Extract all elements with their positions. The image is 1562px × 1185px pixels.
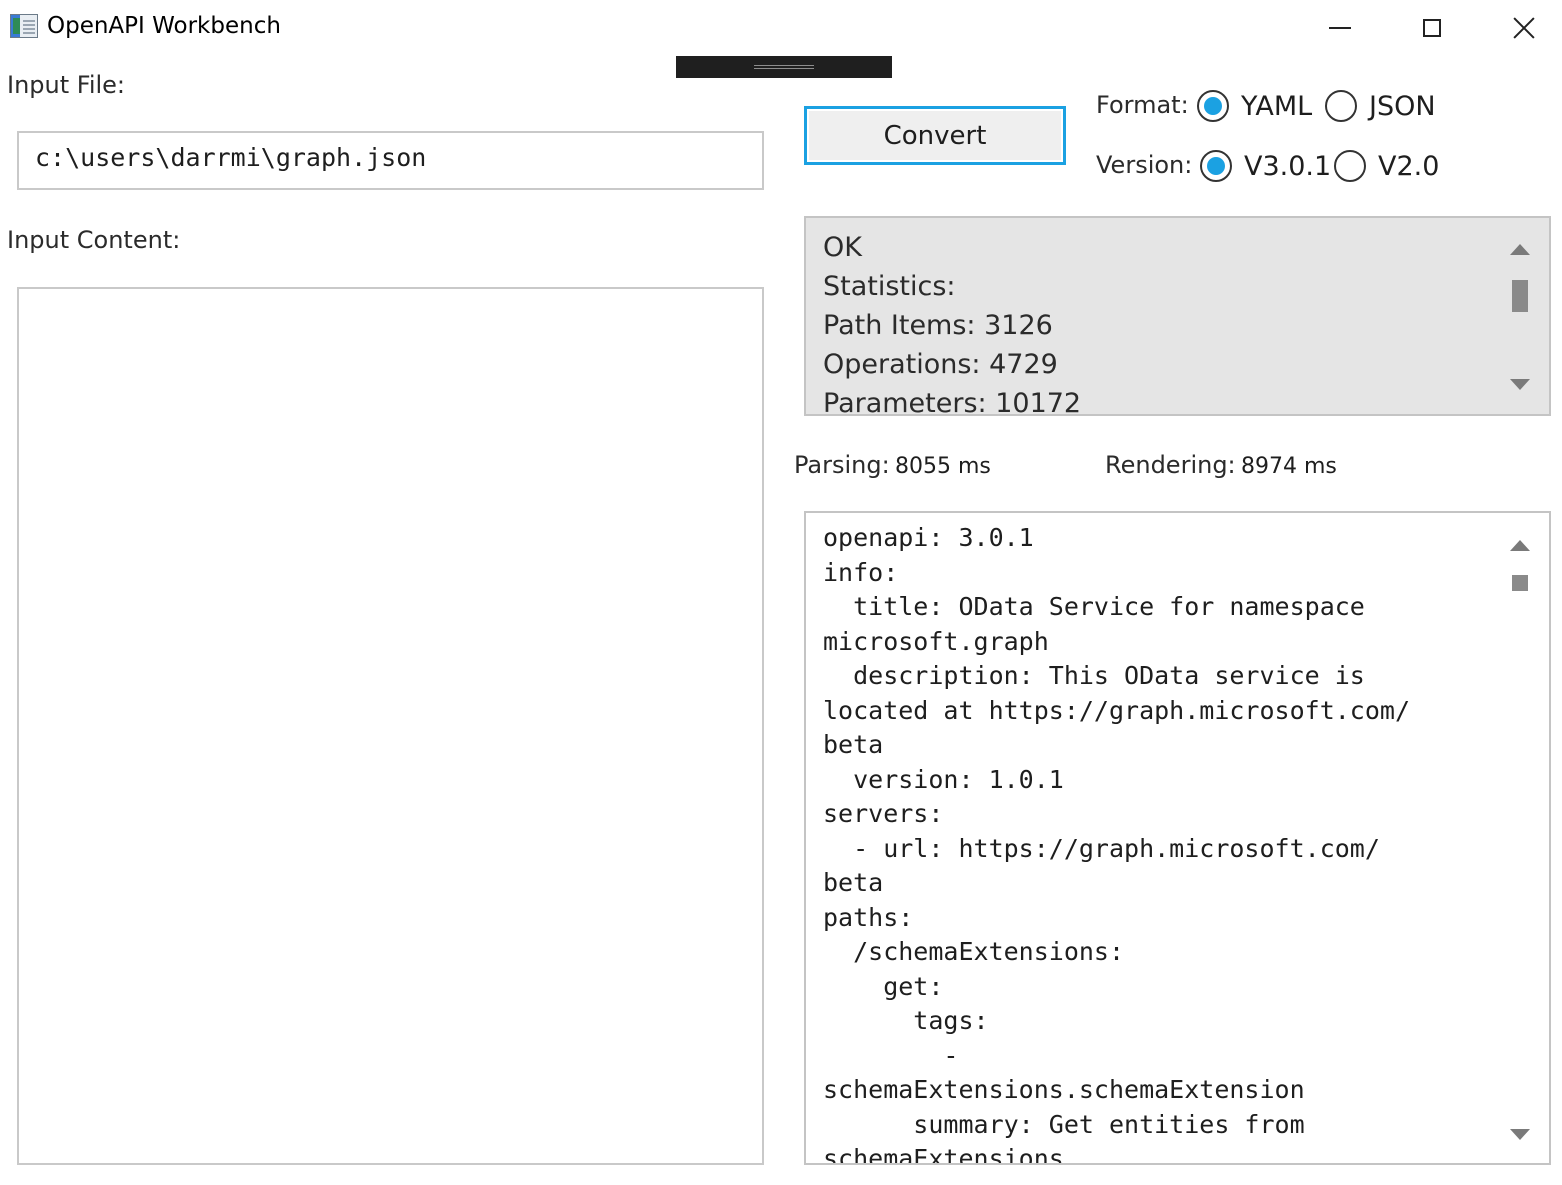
- scroll-down-icon[interactable]: [1510, 1129, 1530, 1140]
- output-text: openapi: 3.0.1 info: title: OData Servic…: [823, 523, 1410, 1165]
- version-v301-radio[interactable]: [1200, 150, 1232, 182]
- status-line: OK: [823, 232, 862, 263]
- input-file-field[interactable]: c:\users\darrmi\graph.json: [17, 131, 764, 190]
- rendering-value: 8974 ms: [1241, 454, 1337, 479]
- format-yaml-option[interactable]: YAML: [1197, 90, 1312, 122]
- output-content[interactable]: openapi: 3.0.1 info: title: OData Servic…: [804, 511, 1551, 1165]
- rendering-label: Rendering:: [1105, 451, 1236, 479]
- format-json-label: JSON: [1369, 90, 1436, 122]
- minimize-button[interactable]: [1294, 0, 1386, 56]
- status-lines: OK Statistics: Path Items: 3126 Operatio…: [823, 228, 1082, 416]
- status-scroll-thumb[interactable]: [1512, 280, 1528, 312]
- version-v20-option[interactable]: V2.0: [1334, 150, 1439, 182]
- minimize-icon: [1329, 27, 1351, 29]
- parsing-value: 8055 ms: [895, 454, 991, 479]
- splitter-grip[interactable]: [676, 56, 892, 78]
- convert-button-label: Convert: [883, 120, 987, 151]
- status-line: Operations: 4729: [823, 349, 1058, 380]
- output-scroll-thumb[interactable]: [1512, 575, 1528, 591]
- format-json-radio[interactable]: [1325, 90, 1357, 122]
- format-json-option[interactable]: JSON: [1325, 90, 1436, 122]
- version-label: Version:: [1096, 151, 1193, 179]
- input-content-label: Input Content:: [7, 226, 181, 254]
- format-label: Format:: [1096, 91, 1189, 119]
- scroll-up-icon[interactable]: [1510, 540, 1530, 551]
- version-v20-label: V2.0: [1378, 150, 1440, 182]
- parsing-label: Parsing:: [794, 451, 890, 479]
- input-content-field[interactable]: [17, 287, 764, 1165]
- format-yaml-radio[interactable]: [1197, 90, 1229, 122]
- status-line: Path Items: 3126: [823, 310, 1053, 341]
- status-line: Parameters: 10172: [823, 388, 1082, 416]
- maximize-button[interactable]: [1386, 0, 1478, 56]
- app-icon: [10, 14, 38, 38]
- version-v301-option[interactable]: V3.0.1: [1200, 150, 1331, 182]
- version-v301-label: V3.0.1: [1244, 150, 1332, 182]
- maximize-icon: [1423, 19, 1441, 37]
- scroll-down-icon[interactable]: [1510, 379, 1530, 390]
- convert-button[interactable]: Convert: [804, 106, 1066, 165]
- status-line: Statistics:: [823, 271, 956, 302]
- format-yaml-label: YAML: [1241, 90, 1313, 122]
- version-v20-radio[interactable]: [1334, 150, 1366, 182]
- close-icon: [1512, 16, 1536, 40]
- title-bar[interactable]: OpenAPI Workbench: [0, 0, 1562, 56]
- scroll-up-icon[interactable]: [1510, 244, 1530, 255]
- close-button[interactable]: [1478, 0, 1562, 56]
- window-title: OpenAPI Workbench: [47, 13, 281, 39]
- input-file-label: Input File:: [7, 71, 126, 99]
- status-output[interactable]: OK Statistics: Path Items: 3126 Operatio…: [804, 216, 1551, 416]
- app-window: OpenAPI Workbench Input File: c:\users\d…: [0, 0, 1562, 1185]
